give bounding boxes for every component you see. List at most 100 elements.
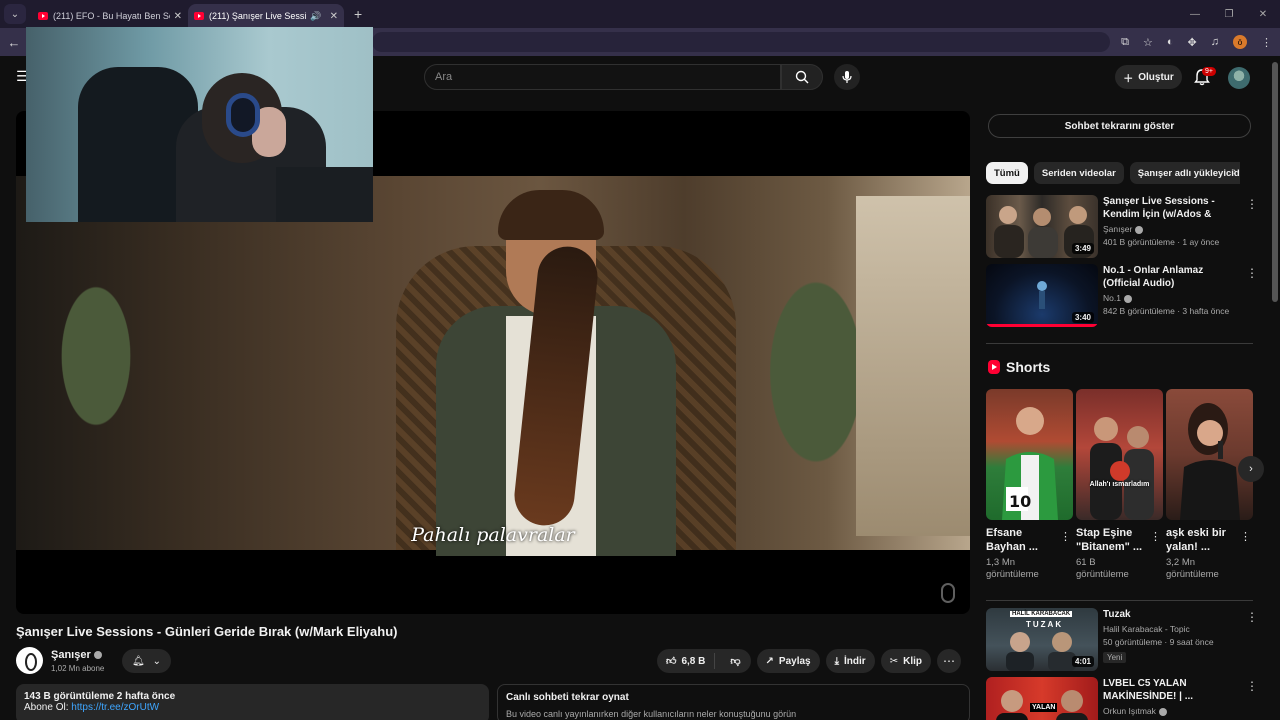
recommendation-title[interactable]: LVBEL C5 YALAN MAKİNESİNDE! | ... bbox=[1103, 677, 1238, 703]
description-link[interactable]: https://tr.ee/zOrUtW bbox=[71, 702, 159, 713]
shorts-next-button[interactable]: › bbox=[1238, 456, 1264, 482]
recommendation-views: 50 görüntüleme · 9 saat önce bbox=[1103, 637, 1214, 647]
video-frame bbox=[16, 176, 970, 556]
short-thumbnail[interactable] bbox=[1166, 389, 1253, 520]
audio-playing-icon[interactable]: 🔊 bbox=[310, 11, 321, 22]
page-scrollbar[interactable] bbox=[1270, 56, 1280, 720]
channel-name[interactable]: Şanışer bbox=[51, 649, 102, 661]
subscriber-count: 1,02 Mn abone bbox=[51, 664, 105, 673]
clip-button[interactable]: ✂ Klip bbox=[880, 649, 931, 673]
show-chat-replay-button[interactable]: Sohbet tekrarını göster bbox=[988, 114, 1251, 138]
short-thumbnail[interactable]: 10 bbox=[986, 389, 1073, 520]
chevron-down-icon: ⌄ bbox=[152, 655, 162, 667]
back-arrow-icon[interactable]: ← bbox=[0, 35, 28, 50]
short-title[interactable]: Stap Eşine "Bitanem" ... bbox=[1076, 526, 1148, 554]
headphones-icon bbox=[226, 93, 260, 137]
new-tab-button[interactable]: + bbox=[354, 6, 362, 22]
minimize-icon[interactable]: — bbox=[1178, 0, 1212, 28]
chip-all[interactable]: Tümü bbox=[986, 162, 1028, 184]
tab-search-button[interactable]: ⌄ bbox=[4, 4, 26, 24]
video-actions: 👍︎ 6,8 B 👎︎ ↗ Paylaş ⤓ İndir ✂ Klip ⋯ bbox=[657, 649, 961, 673]
short-item[interactable]: 10 Efsane Bayhan ... 1,3 Mn görüntüleme … bbox=[986, 389, 1073, 581]
like-button[interactable]: 👍︎ 6,8 B bbox=[657, 653, 716, 669]
account-avatar[interactable] bbox=[1228, 67, 1250, 89]
video-thumbnail[interactable]: HALİL KARABACAK TUZAK 4:01 bbox=[986, 608, 1098, 671]
more-vertical-icon[interactable]: ⋮ bbox=[1150, 530, 1161, 543]
chat-replay-panel: Canlı sohbeti tekrar oynat Bu video canl… bbox=[497, 684, 970, 720]
scrollbar-thumb[interactable] bbox=[1272, 62, 1278, 302]
close-tab-icon[interactable]: ✕ bbox=[330, 11, 338, 22]
video-duration: 3:40 bbox=[1071, 312, 1094, 323]
chip-series[interactable]: Seriden videolar bbox=[1033, 162, 1124, 184]
search-input[interactable]: Ara bbox=[424, 64, 781, 90]
recommendation-item[interactable]: YALAN LVBEL C5 YALAN MAKİNESİNDE! | ... … bbox=[986, 677, 1256, 720]
like-dislike-group: 👍︎ 6,8 B 👎︎ bbox=[657, 649, 751, 673]
install-app-icon[interactable]: ⧉ bbox=[1121, 36, 1129, 49]
browser-tab-1[interactable]: (211) EFO - Bu Hayatı Ben Seçtim ✕ bbox=[32, 4, 188, 28]
search-button[interactable] bbox=[781, 64, 823, 90]
description-box[interactable]: 143 B görüntüleme 2 hafta önce Abone Ol:… bbox=[16, 684, 489, 720]
more-vertical-icon[interactable]: ⋮ bbox=[1246, 197, 1258, 211]
recommendation-title[interactable]: No.1 - Onlar Anlamaz (Official Audio) bbox=[1103, 264, 1238, 290]
download-button[interactable]: ⤓ İndir bbox=[825, 649, 875, 673]
recommendation-title[interactable]: Şanışer Live Sessions - Kendim İçin (w/A… bbox=[1103, 195, 1238, 221]
subscription-bell-button[interactable]: 🔔︎ ⌄ bbox=[122, 649, 171, 673]
microphone-icon bbox=[842, 71, 852, 83]
maximize-icon[interactable]: ❐ bbox=[1212, 0, 1246, 28]
recommendation-item[interactable]: 3:40 No.1 - Onlar Anlamaz (Official Audi… bbox=[986, 264, 1258, 328]
recommendation-channel[interactable]: Halil Karabacak - Topic bbox=[1103, 624, 1238, 634]
channel-watermark-icon[interactable] bbox=[941, 583, 955, 603]
browser-menu-icon[interactable]: ⋮ bbox=[1261, 36, 1272, 49]
chevron-right-icon[interactable]: › bbox=[1233, 166, 1237, 178]
chip-uploader[interactable]: Şanışer adlı yükleyiciden bbox=[1129, 162, 1240, 184]
chevron-right-icon: › bbox=[1249, 463, 1253, 475]
incognito-icon[interactable]: ◐ bbox=[1167, 36, 1174, 48]
video-thumbnail[interactable]: 3:49 bbox=[986, 195, 1098, 258]
thumbs-down-icon: 👎︎ bbox=[730, 656, 741, 667]
window-controls: — ❐ ✕ bbox=[1178, 0, 1280, 28]
recommendation-item[interactable]: HALİL KARABACAK TUZAK 4:01 Tuzak Halil K… bbox=[986, 608, 1258, 672]
video-duration: 4:01 bbox=[1071, 656, 1094, 667]
bell-icon: 🔔︎ bbox=[131, 655, 145, 667]
profile-avatar[interactable]: ö bbox=[1233, 35, 1247, 49]
recommendation-item[interactable]: 3:49 Şanışer Live Sessions - Kendim İçin… bbox=[986, 195, 1258, 259]
video-subtitle: Pahalı palavralar bbox=[411, 524, 575, 546]
verified-badge-icon bbox=[1135, 225, 1144, 234]
new-badge: Yeni bbox=[1103, 652, 1127, 663]
video-thumbnail[interactable]: 3:40 bbox=[986, 264, 1098, 327]
thumbnail-title-text: TUZAK bbox=[1026, 620, 1064, 629]
channel-avatar[interactable] bbox=[16, 647, 43, 674]
more-vertical-icon[interactable]: ⋮ bbox=[1246, 610, 1258, 624]
browser-tabstrip: ⌄ (211) EFO - Bu Hayatı Ben Seçtim ✕ (21… bbox=[0, 0, 1280, 28]
extensions-icon[interactable]: ✥ bbox=[1188, 36, 1197, 49]
short-thumbnail[interactable]: Allah'ı ısmarladım bbox=[1076, 389, 1163, 520]
short-item[interactable]: aşk eski bir yalan! ... 3,2 Mn görüntüle… bbox=[1166, 389, 1253, 581]
more-vertical-icon[interactable]: ⋮ bbox=[1246, 266, 1258, 280]
create-button[interactable]: ＋ Oluştur bbox=[1115, 65, 1182, 89]
more-actions-button[interactable]: ⋯ bbox=[936, 649, 961, 673]
browser-tab-2[interactable]: (211) Şanışer Live Sessions - Günleri Ge… bbox=[188, 4, 344, 28]
close-window-icon[interactable]: ✕ bbox=[1246, 0, 1280, 28]
more-vertical-icon[interactable]: ⋮ bbox=[1240, 530, 1251, 543]
dislike-button[interactable]: 👎︎ bbox=[720, 655, 750, 667]
description-line: Abone Ol: https://tr.ee/zOrUtW bbox=[24, 702, 160, 713]
more-vertical-icon[interactable]: ⋮ bbox=[1060, 530, 1071, 543]
short-item[interactable]: Allah'ı ısmarladım Stap Eşine "Bitanem" … bbox=[1076, 389, 1163, 581]
close-tab-icon[interactable]: ✕ bbox=[174, 11, 182, 22]
address-bar[interactable] bbox=[372, 32, 1110, 52]
video-thumbnail[interactable]: YALAN bbox=[986, 677, 1098, 720]
short-title[interactable]: Efsane Bayhan ... bbox=[986, 526, 1058, 554]
recommendation-title[interactable]: Tuzak bbox=[1103, 608, 1238, 621]
download-icon: ⤓ bbox=[834, 655, 840, 667]
youtube-favicon-icon bbox=[38, 12, 48, 20]
shorts-logo-icon bbox=[988, 360, 1000, 374]
webcam-overlay bbox=[26, 27, 373, 222]
voice-search-button[interactable] bbox=[834, 64, 860, 90]
youtube-favicon-icon bbox=[194, 12, 204, 20]
media-controls-icon[interactable]: ♫ bbox=[1211, 36, 1219, 48]
share-button[interactable]: ↗ Paylaş bbox=[756, 649, 820, 673]
more-vertical-icon[interactable]: ⋮ bbox=[1246, 679, 1256, 693]
video-window bbox=[856, 196, 970, 536]
short-title[interactable]: aşk eski bir yalan! ... bbox=[1166, 526, 1238, 554]
bookmark-star-icon[interactable]: ☆ bbox=[1143, 36, 1153, 49]
